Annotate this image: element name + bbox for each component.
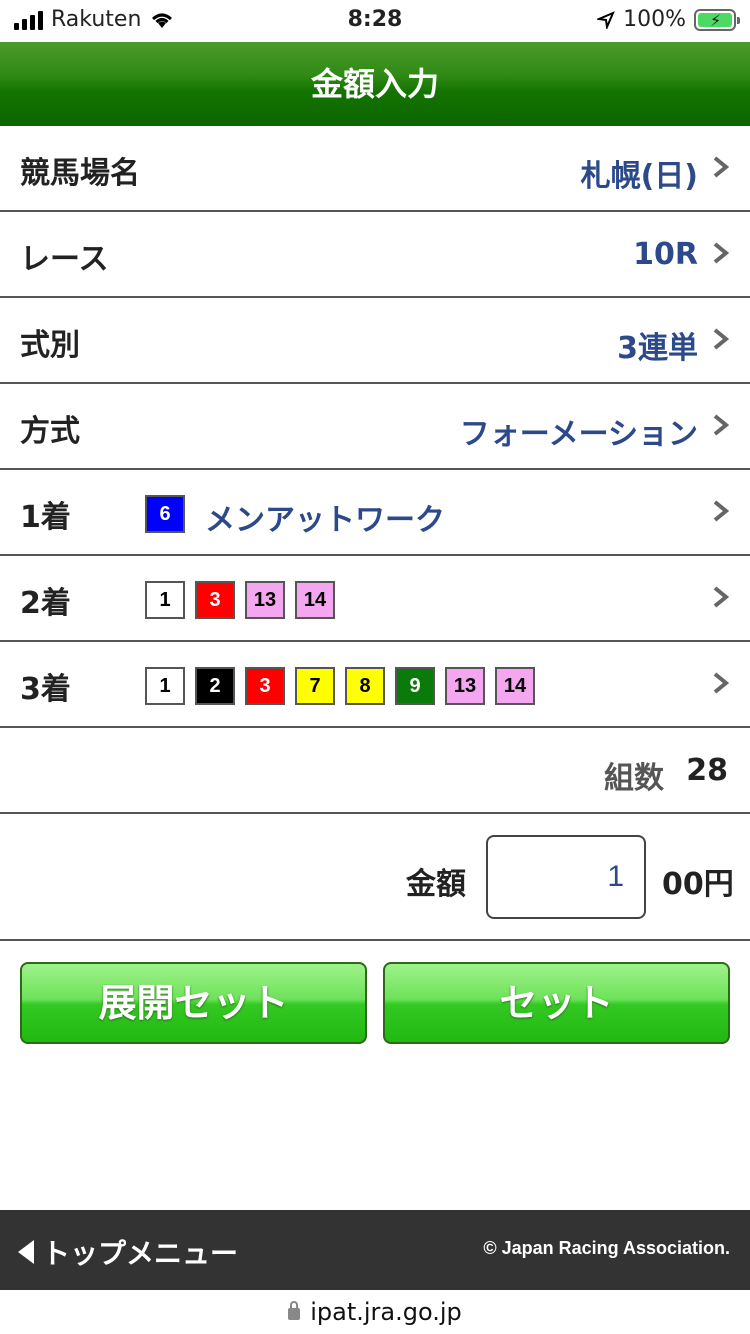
count-label: 組数 bbox=[604, 761, 664, 796]
url-bar[interactable]: ipat.jra.go.jp bbox=[0, 1290, 750, 1334]
second-place-numbers: 1 3 13 14 bbox=[145, 581, 335, 619]
charging-bolt-icon: ⚡ bbox=[710, 10, 722, 30]
chevron-right-icon bbox=[712, 156, 730, 178]
horse-number-badge: 2 bbox=[195, 667, 235, 705]
first-place-row[interactable]: 1着 6 メンアットワーク bbox=[0, 470, 750, 556]
horse-number-badge: 1 bbox=[145, 667, 185, 705]
bet-type-value: 3連単 bbox=[617, 331, 698, 366]
horse-number-badge: 1 bbox=[145, 581, 185, 619]
horse-number-badge: 14 bbox=[295, 581, 335, 619]
third-place-label: 3着 bbox=[20, 672, 71, 707]
url-text: ipat.jra.go.jp bbox=[310, 1298, 462, 1326]
top-menu-label: トップメニュー bbox=[42, 1237, 239, 1270]
expand-set-button[interactable]: 展開セット bbox=[20, 962, 367, 1044]
count-value: 28 bbox=[686, 753, 728, 788]
chevron-right-icon bbox=[712, 328, 730, 350]
venue-row[interactable]: 競馬場名 札幌(日) bbox=[0, 126, 750, 212]
third-place-row[interactable]: 3着 1 2 3 7 8 9 13 14 bbox=[0, 642, 750, 728]
race-row[interactable]: レース 10R bbox=[0, 212, 750, 298]
battery-percent: 100% bbox=[623, 7, 686, 32]
chevron-right-icon bbox=[712, 414, 730, 436]
method-value: フォーメーション bbox=[459, 417, 698, 452]
second-place-label: 2着 bbox=[20, 586, 71, 621]
race-label: レース bbox=[20, 242, 109, 277]
horse-number-badge: 7 bbox=[295, 667, 335, 705]
battery-icon: ⚡ bbox=[694, 8, 740, 31]
back-triangle-icon bbox=[18, 1240, 34, 1264]
amount-row: 金額 00円 bbox=[0, 814, 750, 941]
footer: トップメニュー © Japan Racing Association. bbox=[0, 1210, 750, 1290]
first-place-label: 1着 bbox=[20, 500, 71, 535]
chevron-right-icon bbox=[712, 586, 730, 608]
amount-label: 金額 bbox=[406, 867, 466, 902]
page-title: 金額入力 bbox=[0, 42, 750, 126]
amount-unit: 00円 bbox=[662, 867, 734, 902]
set-button[interactable]: セット bbox=[383, 962, 730, 1044]
first-place-numbers: 6 bbox=[145, 495, 185, 533]
top-menu-link[interactable]: トップメニュー bbox=[18, 1232, 238, 1272]
location-arrow-icon bbox=[597, 10, 615, 29]
horse-number-badge: 14 bbox=[495, 667, 535, 705]
status-bar: Rakuten 8:28 100% ⚡ bbox=[0, 0, 750, 42]
chevron-right-icon bbox=[712, 672, 730, 694]
chevron-right-icon bbox=[712, 242, 730, 264]
third-place-numbers: 1 2 3 7 8 9 13 14 bbox=[145, 667, 535, 705]
copyright: © Japan Racing Association. bbox=[483, 1238, 730, 1258]
second-place-row[interactable]: 2着 1 3 13 14 bbox=[0, 556, 750, 642]
venue-label: 競馬場名 bbox=[20, 156, 140, 191]
race-value: 10R bbox=[633, 237, 698, 272]
horse-number-badge: 13 bbox=[245, 581, 285, 619]
bet-type-row[interactable]: 式別 3連単 bbox=[0, 298, 750, 384]
horse-name: メンアットワーク bbox=[205, 503, 445, 538]
combination-count-row: 組数 28 bbox=[0, 728, 750, 814]
horse-number-badge: 13 bbox=[445, 667, 485, 705]
lock-icon bbox=[288, 1301, 301, 1320]
amount-input[interactable] bbox=[486, 835, 646, 919]
chevron-right-icon bbox=[712, 500, 730, 522]
horse-number-badge: 9 bbox=[395, 667, 435, 705]
horse-number-badge: 8 bbox=[345, 667, 385, 705]
venue-value: 札幌(日) bbox=[580, 159, 698, 194]
horse-number-badge: 3 bbox=[195, 581, 235, 619]
status-right: 100% ⚡ bbox=[597, 7, 740, 32]
method-row[interactable]: 方式 フォーメーション bbox=[0, 384, 750, 470]
method-label: 方式 bbox=[20, 414, 80, 449]
bet-type-label: 式別 bbox=[20, 328, 80, 363]
horse-number-badge: 6 bbox=[145, 495, 185, 533]
horse-number-badge: 3 bbox=[245, 667, 285, 705]
